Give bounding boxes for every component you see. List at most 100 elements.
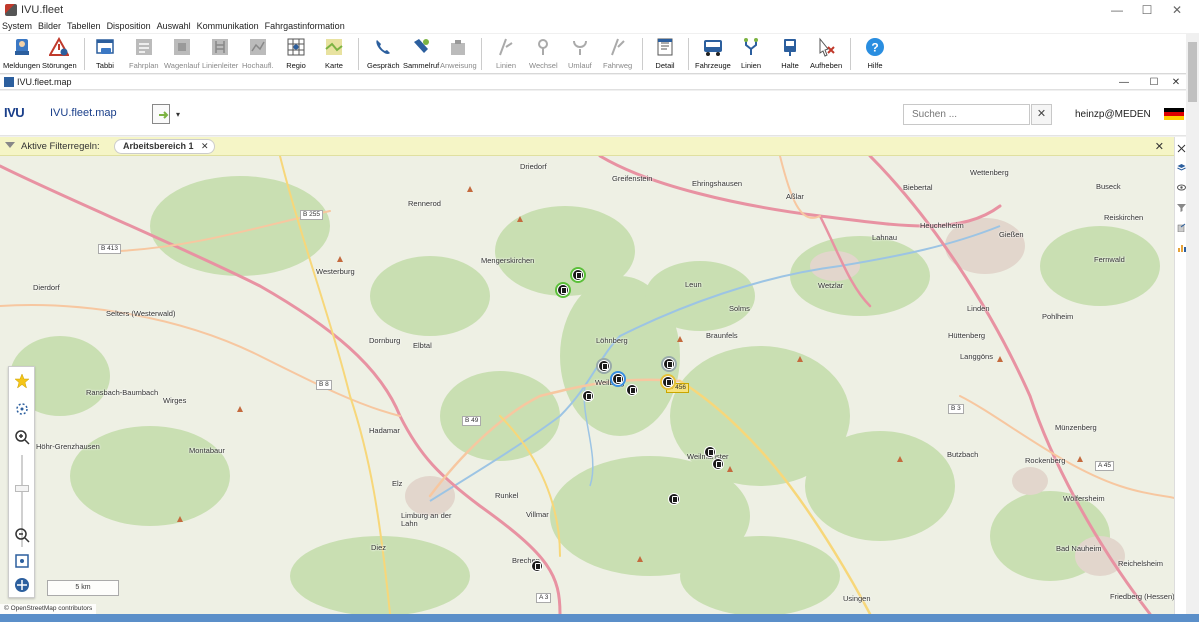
vehicle-marker[interactable] <box>598 360 610 372</box>
menu-auswahl[interactable]: Auswahl <box>155 20 195 33</box>
menu-fahrgastinformation[interactable]: Fahrgastinformation <box>263 20 349 33</box>
map-place: Villmar <box>526 510 549 519</box>
toolbar-button-meldungen[interactable]: Meldungen <box>3 36 40 72</box>
search-input[interactable] <box>903 104 1030 125</box>
road-label: B 255 <box>300 210 323 220</box>
toolbar-button-anweisung[interactable]: Anweisung <box>440 36 477 72</box>
line-ladder-icon <box>209 36 231 58</box>
toolbar-button-tabbi[interactable]: Tabbi <box>94 36 116 72</box>
vehicle-marker[interactable] <box>668 493 680 505</box>
toolbar-button-fahrweg[interactable]: Fahrweg <box>603 36 632 72</box>
toolbar-button-umlauf[interactable]: Umlauf <box>568 36 592 72</box>
layers-icon[interactable] <box>1177 163 1186 172</box>
scrollbar-thumb[interactable] <box>1188 42 1197 102</box>
toolbar-button-linien-2[interactable]: Linien <box>740 36 762 72</box>
export-document-button[interactable] <box>152 104 170 124</box>
map-place: Ransbach-Baumbach <box>86 388 159 397</box>
vehicle-marker[interactable] <box>557 284 569 296</box>
toolbar-button-aufheben[interactable]: Aufheben <box>810 36 842 72</box>
map-scale-bar: 5 km <box>47 580 119 596</box>
road-label: B 49 <box>462 416 482 426</box>
vertical-scrollbar[interactable] <box>1186 34 1199 614</box>
filter-label: Aktive Filterregeln: <box>21 141 100 152</box>
pan-icon[interactable] <box>12 575 31 594</box>
chart-icon[interactable] <box>1177 243 1186 252</box>
bus-icon <box>702 36 724 58</box>
map-place: Ehringshausen <box>692 179 743 188</box>
map-place: Münzenberg <box>1055 423 1097 432</box>
filter-chip[interactable]: Arbeitsbereich 1 ✕ <box>114 139 215 154</box>
vehicle-marker[interactable] <box>712 458 724 470</box>
toolbar-button-linienleiter[interactable]: Linienleiter <box>202 36 238 72</box>
map-place: Dornburg <box>369 336 401 345</box>
map-canvas[interactable]: Driedorf Greifenstein Ehringshausen Aßla… <box>0 156 1174 614</box>
vehicle-marker[interactable] <box>531 560 543 572</box>
road-label: B 3 <box>948 404 964 414</box>
vehicle-marker-selected[interactable] <box>612 373 624 385</box>
export-icon[interactable] <box>1177 223 1186 232</box>
toolbar-button-sammelruf[interactable]: Sammelruf <box>403 36 439 72</box>
map-control-panel <box>8 366 35 598</box>
map-minimize-button[interactable]: — <box>1110 75 1138 90</box>
toolbar-button-linien[interactable]: Linien <box>495 36 517 72</box>
menu-disposition[interactable]: Disposition <box>105 20 155 33</box>
map-place: Friedberg (Hessen) <box>1110 592 1174 601</box>
toolbar-button-wagenlauf[interactable]: Wagenlauf <box>164 36 200 72</box>
map-attribution: © OpenStreetMap contributors <box>0 604 97 614</box>
map-window-icon <box>4 77 14 87</box>
toolbar-button-regio[interactable]: Regio <box>285 36 307 72</box>
help-icon: ? <box>864 36 886 58</box>
vehicle-marker[interactable] <box>572 269 584 281</box>
toolbar-button-karte[interactable]: Karte <box>323 36 345 72</box>
menu-bilder[interactable]: Bilder <box>36 20 65 33</box>
menu-kommunikation[interactable]: Kommunikation <box>195 20 263 33</box>
filter-bar-close-button[interactable]: ✕ <box>1155 140 1164 153</box>
vehicle-marker[interactable] <box>626 384 638 396</box>
menu-bar: System Bilder Tabellen Disposition Auswa… <box>0 20 1199 33</box>
circulation-icon <box>569 36 591 58</box>
toolbar-button-fahrzeuge[interactable]: Fahrzeuge <box>695 36 731 72</box>
fit-extent-icon[interactable] <box>12 551 31 570</box>
vehicle-marker[interactable] <box>663 358 675 370</box>
toolbar-button-halte[interactable]: Halte <box>779 36 801 72</box>
menu-system[interactable]: System <box>0 20 36 33</box>
filter-chip-remove-button[interactable]: ✕ <box>201 141 209 152</box>
close-button[interactable]: ✕ <box>1162 0 1192 20</box>
toolbar-button-fahrplan[interactable]: Fahrplan <box>129 36 159 72</box>
locate-icon[interactable] <box>12 399 31 418</box>
toolbar-button-stoerungen[interactable]: Störungen <box>42 36 77 72</box>
filter-settings-icon[interactable] <box>1177 203 1186 212</box>
minimize-button[interactable]: — <box>1102 0 1132 20</box>
zoom-out-icon[interactable] <box>12 525 31 544</box>
vehicle-marker[interactable] <box>662 376 674 388</box>
close-side-icon[interactable] <box>1177 144 1186 153</box>
vehicle-marker[interactable] <box>704 446 716 458</box>
zoom-in-icon[interactable] <box>12 427 31 446</box>
toolbar-separator <box>481 38 482 70</box>
vehicle-marker[interactable] <box>582 390 594 402</box>
maximize-button[interactable]: ☐ <box>1132 0 1162 20</box>
map-place: Dierdorf <box>33 283 60 292</box>
menu-tabellen[interactable]: Tabellen <box>65 20 105 33</box>
toolbar-button-hochaufl[interactable]: Hochaufl. <box>242 36 274 72</box>
map-place: Butzbach <box>947 450 979 459</box>
map-place: Höhr-Grenzhausen <box>36 442 100 451</box>
map-place: Greifenstein <box>612 174 653 183</box>
eye-icon[interactable] <box>1177 183 1186 192</box>
high-res-icon <box>247 36 269 58</box>
toolbar-button-gespraech[interactable]: Gespräch <box>367 36 400 72</box>
zoom-slider-handle[interactable] <box>15 485 29 492</box>
timetable-icon <box>133 36 155 58</box>
regio-icon <box>285 36 307 58</box>
search-clear-button[interactable]: ✕ <box>1031 104 1052 125</box>
map-place: Solms <box>729 304 750 313</box>
toolbar-button-detail[interactable]: Detail <box>654 36 676 72</box>
app-header: IVU IVU.fleet.map ▾ ✕ heinzp@MEDEN ▾ <box>0 91 1192 136</box>
favorite-star-icon[interactable] <box>12 371 31 390</box>
toolbar-button-hilfe[interactable]: ? Hilfe <box>864 36 886 72</box>
export-dropdown-icon[interactable]: ▾ <box>176 110 180 119</box>
german-flag-icon[interactable] <box>1164 108 1184 120</box>
road-label: B 413 <box>98 244 121 254</box>
map-icon <box>323 36 345 58</box>
toolbar-button-wechsel[interactable]: Wechsel <box>529 36 558 72</box>
